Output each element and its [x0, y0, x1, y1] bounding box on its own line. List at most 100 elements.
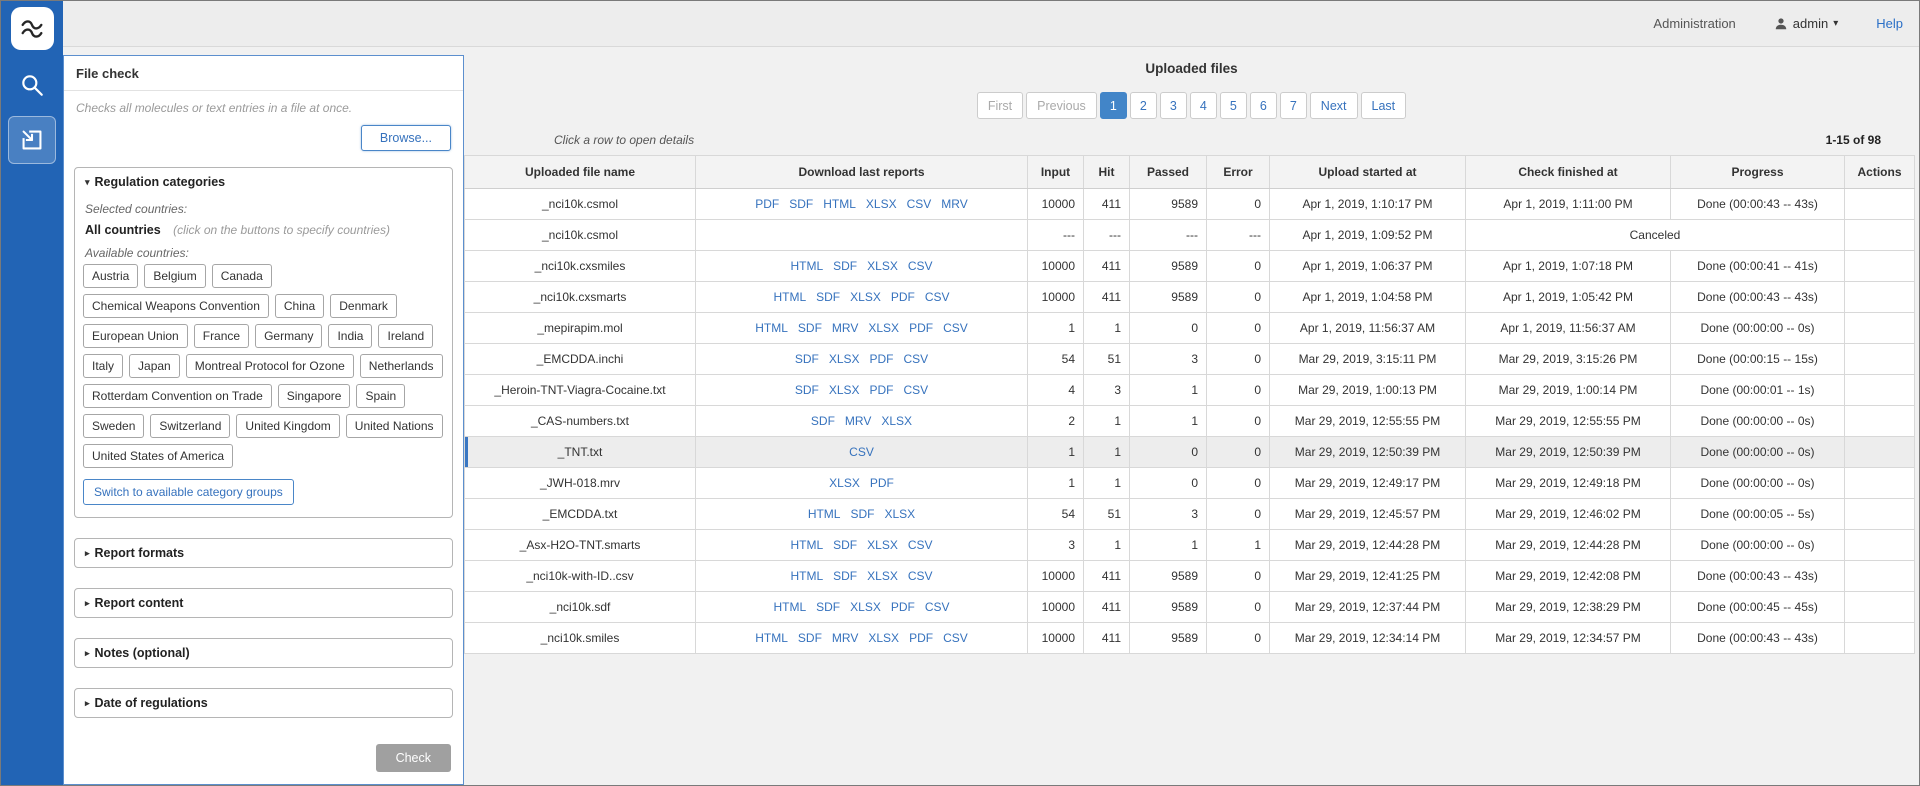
report-link-xlsx[interactable]: XLSX — [829, 476, 860, 490]
app-logo[interactable] — [11, 7, 54, 50]
country-button[interactable]: United Kingdom — [236, 414, 339, 438]
country-button[interactable]: United States of America — [83, 444, 233, 468]
report-link-csv[interactable]: CSV — [908, 538, 933, 552]
report-link-html[interactable]: HTML — [755, 631, 788, 645]
report-link-html[interactable]: HTML — [755, 321, 788, 335]
country-button[interactable]: Ireland — [378, 324, 433, 348]
country-button[interactable]: Belgium — [144, 264, 205, 288]
report-link-xlsx[interactable]: XLSX — [867, 538, 898, 552]
report-link-html[interactable]: HTML — [773, 290, 806, 304]
country-button[interactable]: Sweden — [83, 414, 144, 438]
upload-row[interactable]: _nci10k.sdfHTMLSDFXLSXPDFCSV100004119589… — [465, 592, 1915, 623]
country-button[interactable]: Canada — [212, 264, 272, 288]
upload-row[interactable]: _nci10k.csmol------------Apr 1, 2019, 1:… — [465, 220, 1915, 251]
country-button[interactable]: Chemical Weapons Convention — [83, 294, 269, 318]
country-button[interactable]: United Nations — [346, 414, 443, 438]
user-menu[interactable]: admin ▾ — [1774, 16, 1838, 31]
country-button[interactable]: European Union — [83, 324, 188, 348]
administration-menu[interactable]: Administration — [1653, 16, 1735, 31]
browse-button[interactable]: Browse... — [361, 125, 451, 151]
report-link-sdf[interactable]: SDF — [833, 259, 857, 273]
country-button[interactable]: Japan — [129, 354, 180, 378]
section-header-regulation-categories[interactable]: ▾Regulation categories — [75, 168, 452, 196]
report-link-html[interactable]: HTML — [790, 569, 823, 583]
report-link-pdf[interactable]: PDF — [909, 321, 933, 335]
report-link-csv[interactable]: CSV — [849, 445, 874, 459]
upload-row[interactable]: _JWH-018.mrvXLSXPDF1100Mar 29, 2019, 12:… — [465, 468, 1915, 499]
pagination-2[interactable]: 2 — [1130, 92, 1157, 119]
report-link-pdf[interactable]: PDF — [755, 197, 779, 211]
report-link-html[interactable]: HTML — [773, 600, 806, 614]
upload-row[interactable]: _TNT.txtCSV1100Mar 29, 2019, 12:50:39 PM… — [465, 437, 1915, 468]
report-link-csv[interactable]: CSV — [943, 631, 968, 645]
report-link-sdf[interactable]: SDF — [833, 538, 857, 552]
upload-row[interactable]: _nci10k.smilesHTMLSDFMRVXLSXPDFCSV100004… — [465, 623, 1915, 654]
upload-row[interactable]: _nci10k.cxsmartsHTMLSDFXLSXPDFCSV1000041… — [465, 282, 1915, 313]
report-link-mrv[interactable]: MRV — [832, 321, 858, 335]
country-button[interactable]: Italy — [83, 354, 123, 378]
country-button[interactable]: India — [328, 324, 372, 348]
upload-row[interactable]: _nci10k-with-ID..csvHTMLSDFXLSXCSV100004… — [465, 561, 1915, 592]
report-link-pdf[interactable]: PDF — [870, 352, 894, 366]
report-link-csv[interactable]: CSV — [904, 352, 929, 366]
report-link-sdf[interactable]: SDF — [850, 507, 874, 521]
pagination-1[interactable]: 1 — [1100, 92, 1127, 119]
country-button[interactable]: Rotterdam Convention on Trade — [83, 384, 272, 408]
country-button[interactable]: Singapore — [278, 384, 351, 408]
report-link-html[interactable]: HTML — [823, 197, 856, 211]
report-link-xlsx[interactable]: XLSX — [829, 383, 860, 397]
upload-row[interactable]: _EMCDDA.inchiSDFXLSXPDFCSV545130Mar 29, … — [465, 344, 1915, 375]
report-link-mrv[interactable]: MRV — [832, 631, 858, 645]
report-link-pdf[interactable]: PDF — [909, 631, 933, 645]
report-link-html[interactable]: HTML — [790, 538, 823, 552]
report-link-xlsx[interactable]: XLSX — [866, 197, 897, 211]
pagination-next[interactable]: Next — [1310, 92, 1358, 119]
report-link-pdf[interactable]: PDF — [870, 476, 894, 490]
upload-row[interactable]: _mepirapim.molHTMLSDFMRVXLSXPDFCSV1100Ap… — [465, 313, 1915, 344]
report-link-csv[interactable]: CSV — [925, 600, 950, 614]
report-link-xlsx[interactable]: XLSX — [850, 290, 881, 304]
pagination-last[interactable]: Last — [1361, 92, 1407, 119]
help-link[interactable]: Help — [1876, 16, 1903, 31]
report-link-xlsx[interactable]: XLSX — [829, 352, 860, 366]
report-link-sdf[interactable]: SDF — [816, 290, 840, 304]
pagination-4[interactable]: 4 — [1190, 92, 1217, 119]
section-header[interactable]: ▸Date of regulations — [75, 689, 452, 717]
upload-row[interactable]: _nci10k.cxsmilesHTMLSDFXLSXCSV1000041195… — [465, 251, 1915, 282]
report-link-csv[interactable]: CSV — [908, 569, 933, 583]
report-link-xlsx[interactable]: XLSX — [850, 600, 881, 614]
report-link-html[interactable]: HTML — [790, 259, 823, 273]
report-link-sdf[interactable]: SDF — [816, 600, 840, 614]
report-link-pdf[interactable]: PDF — [870, 383, 894, 397]
report-link-xlsx[interactable]: XLSX — [881, 414, 912, 428]
pagination-7[interactable]: 7 — [1280, 92, 1307, 119]
report-link-html[interactable]: HTML — [808, 507, 841, 521]
report-link-csv[interactable]: CSV — [943, 321, 968, 335]
report-link-pdf[interactable]: PDF — [891, 290, 915, 304]
report-link-sdf[interactable]: SDF — [795, 383, 819, 397]
section-header[interactable]: ▸Notes (optional) — [75, 639, 452, 667]
country-button[interactable]: Spain — [356, 384, 405, 408]
pagination-3[interactable]: 3 — [1160, 92, 1187, 119]
country-button[interactable]: Denmark — [330, 294, 397, 318]
sidebar-item-search[interactable] — [9, 64, 55, 106]
report-link-xlsx[interactable]: XLSX — [867, 259, 898, 273]
report-link-csv[interactable]: CSV — [904, 383, 929, 397]
report-link-xlsx[interactable]: XLSX — [884, 507, 915, 521]
country-button[interactable]: France — [194, 324, 249, 348]
report-link-sdf[interactable]: SDF — [798, 631, 822, 645]
upload-row[interactable]: _CAS-numbers.txtSDFMRVXLSX2110Mar 29, 20… — [465, 406, 1915, 437]
report-link-csv[interactable]: CSV — [908, 259, 933, 273]
report-link-csv[interactable]: CSV — [925, 290, 950, 304]
country-button[interactable]: China — [275, 294, 324, 318]
country-button[interactable]: Germany — [255, 324, 322, 348]
report-link-mrv[interactable]: MRV — [845, 414, 871, 428]
report-link-sdf[interactable]: SDF — [811, 414, 835, 428]
upload-row[interactable]: _nci10k.csmolPDFSDFHTMLXLSXCSVMRV1000041… — [465, 189, 1915, 220]
country-button[interactable]: Netherlands — [360, 354, 443, 378]
report-link-mrv[interactable]: MRV — [941, 197, 967, 211]
country-button[interactable]: Montreal Protocol for Ozone — [186, 354, 354, 378]
pagination-6[interactable]: 6 — [1250, 92, 1277, 119]
report-link-sdf[interactable]: SDF — [795, 352, 819, 366]
report-link-sdf[interactable]: SDF — [789, 197, 813, 211]
